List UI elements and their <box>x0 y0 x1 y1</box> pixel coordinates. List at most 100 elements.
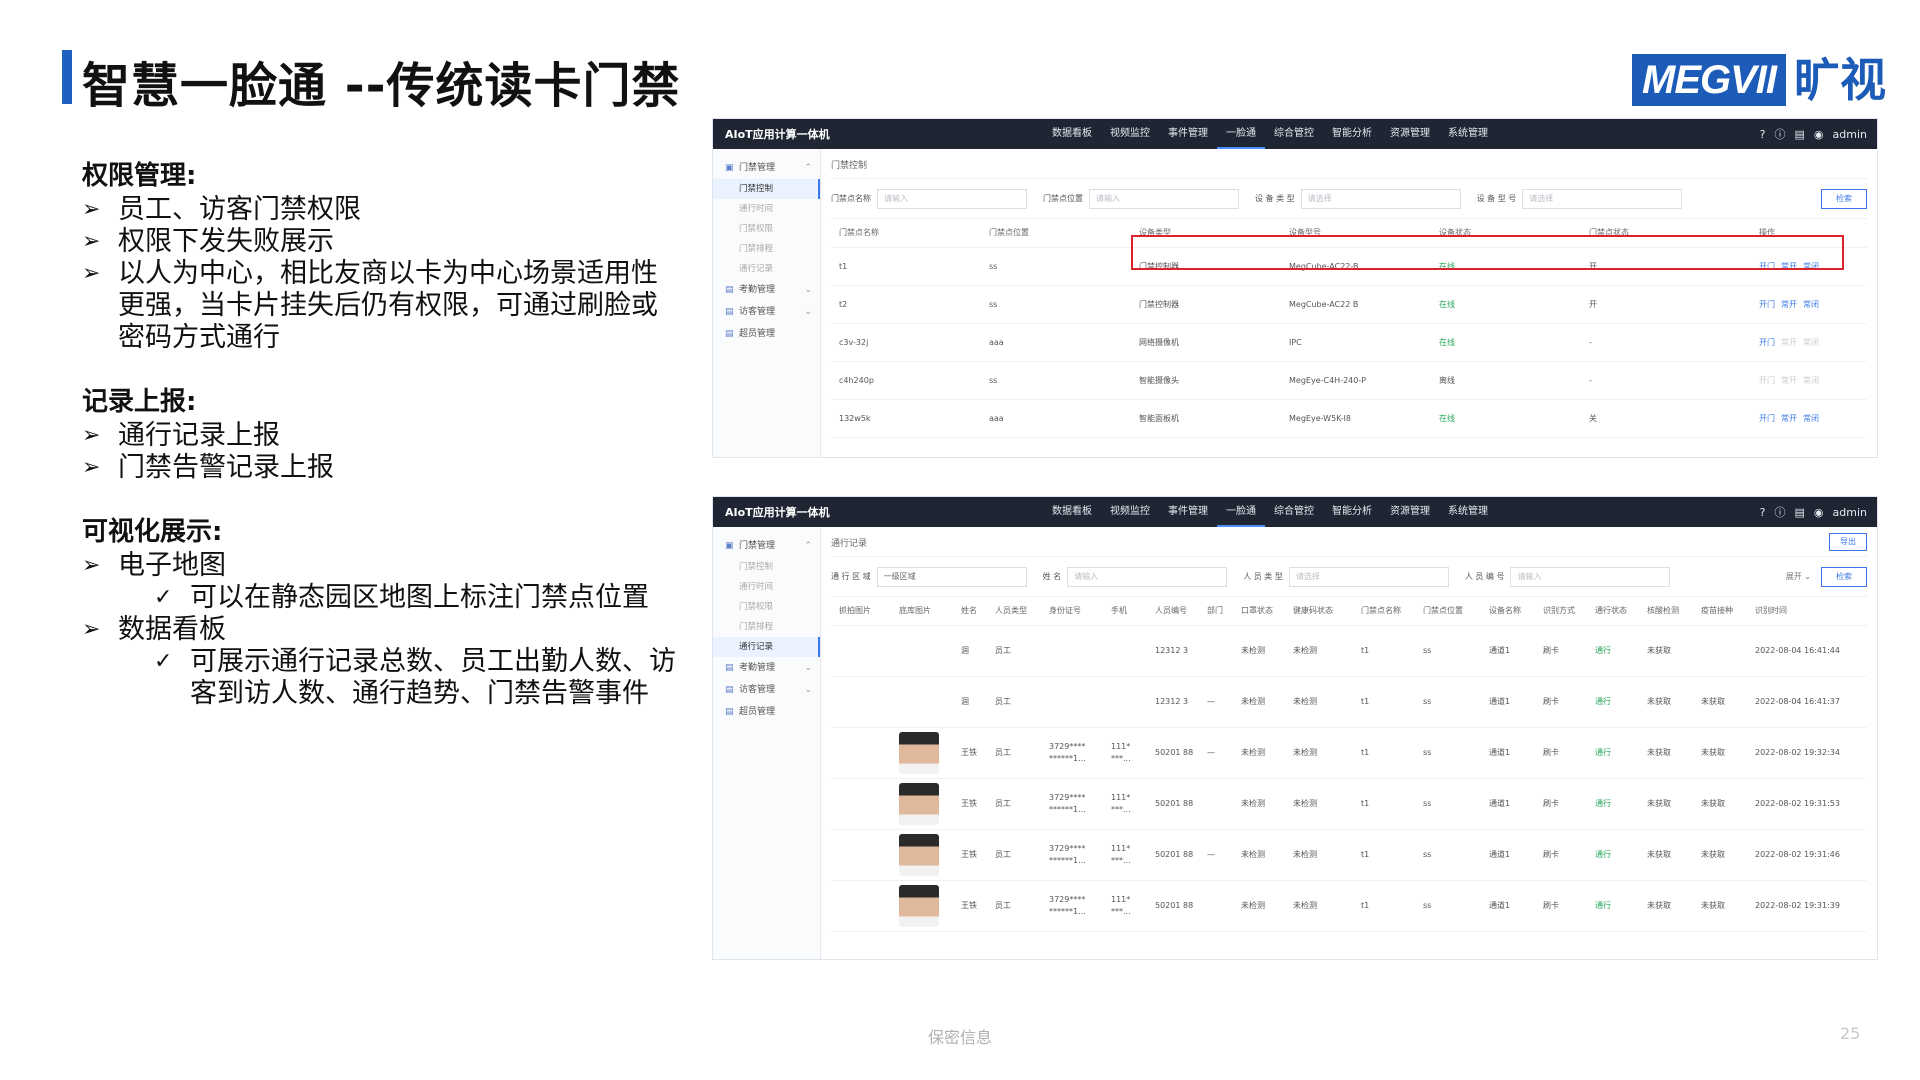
always-open-button[interactable]: 常开 <box>1781 338 1797 347</box>
sidebar-group-overcrowd[interactable]: ▤ 超员管理 <box>713 701 820 723</box>
nav-item[interactable]: 智能分析 <box>1323 497 1381 527</box>
always-close-button[interactable]: 常闭 <box>1803 300 1819 309</box>
table-cell: 涸 <box>953 625 987 677</box>
door-location-input[interactable]: 请输入 <box>1089 188 1239 209</box>
info-icon[interactable]: ⓘ <box>1775 504 1786 520</box>
nav-item[interactable]: 视频监控 <box>1101 119 1159 149</box>
row-actions: 开门 常开 常闭 <box>1751 285 1867 324</box>
name-input[interactable]: 请输入 <box>1067 566 1228 587</box>
device-model-select[interactable]: 请选择 <box>1522 188 1683 209</box>
nav-item[interactable]: 数据看板 <box>1043 497 1101 527</box>
bullet-item: ➢ 员工、访客门禁权限 <box>82 194 361 225</box>
table-cell: 网络摄像机 <box>1131 323 1281 362</box>
nav-item[interactable]: 资源管理 <box>1381 119 1439 149</box>
always-open-button[interactable]: 常开 <box>1781 376 1797 385</box>
table-cell: 王铁 <box>953 727 987 779</box>
sidebar-item-pass-record[interactable]: 通行记录 <box>713 637 820 657</box>
help-icon[interactable]: ? <box>1760 506 1766 519</box>
table-cell: 员工 <box>987 778 1041 830</box>
table-cell: 50201 88 <box>1147 880 1199 932</box>
nav-item[interactable]: 系统管理 <box>1439 497 1497 527</box>
sidebar-item-pass-record[interactable]: 通行记录 <box>713 259 820 279</box>
library-photo-cell <box>891 625 953 677</box>
sidebar-item-door-permission[interactable]: 门禁权限 <box>713 597 820 617</box>
open-door-button[interactable]: 开门 <box>1759 338 1775 347</box>
sidebar-group-door[interactable]: ▣ 门禁管理 ⌃ <box>713 157 820 179</box>
sidebar-group-visitor[interactable]: ▤ 访客管理 ⌄ <box>713 301 820 323</box>
table-cell: 未获取 <box>1693 880 1747 932</box>
area-select[interactable]: 一级区域 <box>876 566 1027 587</box>
table-cell: t2 <box>831 285 981 324</box>
help-icon[interactable]: ? <box>1760 128 1766 141</box>
nav-item[interactable]: 事件管理 <box>1159 497 1217 527</box>
nav-item[interactable]: 智能分析 <box>1323 119 1381 149</box>
always-open-button[interactable]: 常开 <box>1781 300 1797 309</box>
sidebar-item-door-permission[interactable]: 门禁权限 <box>713 219 820 239</box>
open-door-button[interactable]: 开门 <box>1759 414 1775 423</box>
export-button[interactable]: 导出 <box>1829 533 1867 551</box>
table-row: 王铁 员工 3729**** ******1... 111* ***... 50201 … <box>831 778 1867 830</box>
visitor-icon: ▤ <box>725 685 734 695</box>
sidebar-item-pass-time[interactable]: 通行时间 <box>713 577 820 597</box>
expand-button[interactable]: 展开 ⌄ <box>1786 571 1811 582</box>
user-icon[interactable]: ◉ <box>1814 128 1824 141</box>
always-close-button[interactable]: 常闭 <box>1803 414 1819 423</box>
nav-item[interactable]: 系统管理 <box>1439 119 1497 149</box>
door-name-input[interactable]: 请输入 <box>877 188 1027 209</box>
check-bullet-icon: ✓ <box>154 585 173 610</box>
sidebar-group-attendance[interactable]: ▤ 考勤管理 ⌄ <box>713 657 820 679</box>
search-button[interactable]: 检索 <box>1821 188 1867 209</box>
nav-item[interactable]: 综合管控 <box>1265 497 1323 527</box>
notification-icon[interactable]: ▤ <box>1795 506 1805 519</box>
sidebar-item-pass-time[interactable]: 通行时间 <box>713 199 820 219</box>
user-icon[interactable]: ◉ <box>1814 506 1824 519</box>
username[interactable]: admin <box>1833 506 1867 519</box>
table-cell <box>1693 625 1747 677</box>
nav-item[interactable]: 数据看板 <box>1043 119 1101 149</box>
nav-item[interactable]: 视频监控 <box>1101 497 1159 527</box>
face-photo[interactable] <box>899 731 939 774</box>
face-photo[interactable] <box>899 833 939 876</box>
section-heading: 记录上报: <box>82 387 197 417</box>
open-door-button[interactable]: 开门 <box>1759 376 1775 385</box>
column-header: 部门 <box>1199 597 1233 626</box>
chevron-down-icon: ⌄ <box>804 663 812 673</box>
open-door-button[interactable]: 开门 <box>1759 300 1775 309</box>
nav-item-active[interactable]: 一脸通 <box>1217 119 1265 149</box>
table-cell: 通行 <box>1587 676 1639 728</box>
chevron-up-icon: ⌃ <box>804 163 812 173</box>
person-number-input[interactable]: 请输入 <box>1510 566 1671 587</box>
nav-item-active[interactable]: 一脸通 <box>1217 497 1265 527</box>
sidebar-group-door[interactable]: ▣ 门禁管理 ⌃ <box>713 535 820 557</box>
face-photo[interactable] <box>899 782 939 825</box>
username[interactable]: admin <box>1833 128 1867 141</box>
notification-icon[interactable]: ▤ <box>1795 128 1805 141</box>
sidebar-group-visitor[interactable]: ▤ 访客管理 ⌄ <box>713 679 820 701</box>
always-close-button[interactable]: 常闭 <box>1803 376 1819 385</box>
sidebar-group-attendance[interactable]: ▤ 考勤管理 ⌄ <box>713 279 820 301</box>
table-cell <box>1199 778 1233 830</box>
info-icon[interactable]: ⓘ <box>1775 126 1786 142</box>
pass-record-screenshot: AIoT应用计算一体机 数据看板 视频监控 事件管理 一脸通 综合管控 智能分析… <box>712 496 1878 960</box>
table-row: 涸员工 12312 3— 未检测 未检测 t1 ss 通道1 刷卡 通行 未获取 未获取 2022-0… <box>831 676 1867 728</box>
sidebar-item-door-control[interactable]: 门禁控制 <box>713 557 820 577</box>
sidebar-item-door-schedule[interactable]: 门禁排程 <box>713 239 820 259</box>
person-type-select[interactable]: 请选择 <box>1288 566 1449 587</box>
device-type-select[interactable]: 请选择 <box>1300 188 1461 209</box>
sidebar-group-overcrowd[interactable]: ▤ 超员管理 <box>713 323 820 345</box>
nav-item[interactable]: 资源管理 <box>1381 497 1439 527</box>
always-close-button[interactable]: 常闭 <box>1803 338 1819 347</box>
filter-bar: 通 行 区 域 一级区域 姓 名 请输入 人 员 类 型 请选择 人 员 编 号… <box>831 557 1867 597</box>
breadcrumb: 门禁控制 <box>831 155 1867 179</box>
table-cell: 未获取 <box>1639 880 1693 932</box>
table-cell: MegEye-W5K-I8 <box>1281 399 1431 438</box>
table-cell: 员工 <box>987 829 1041 881</box>
always-open-button[interactable]: 常开 <box>1781 414 1797 423</box>
sidebar-item-door-control[interactable]: 门禁控制 <box>713 179 820 199</box>
capture-photo <box>831 625 891 677</box>
nav-item[interactable]: 事件管理 <box>1159 119 1217 149</box>
search-button[interactable]: 检索 <box>1821 566 1867 587</box>
face-photo[interactable] <box>899 884 939 927</box>
nav-item[interactable]: 综合管控 <box>1265 119 1323 149</box>
sidebar-item-door-schedule[interactable]: 门禁排程 <box>713 617 820 637</box>
